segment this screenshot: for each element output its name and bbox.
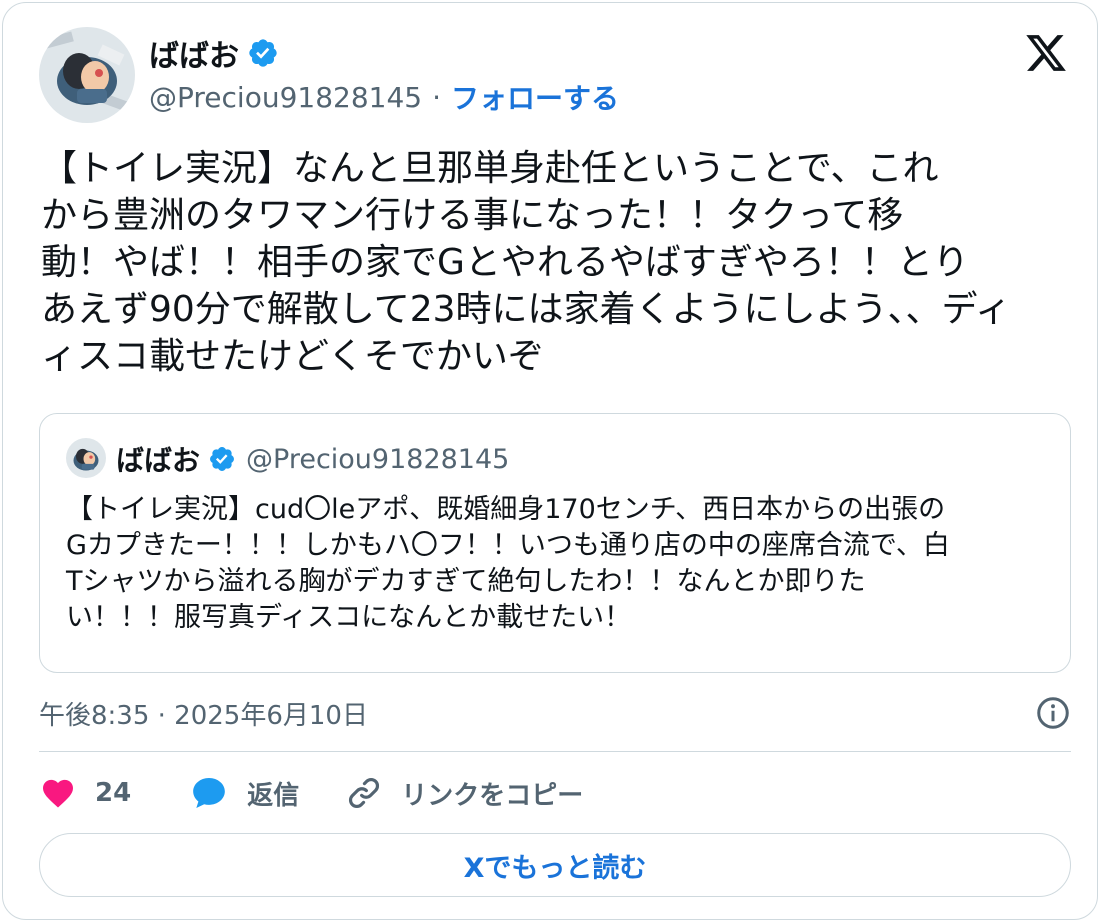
verified-badge-icon [249, 39, 277, 67]
divider [39, 751, 1071, 752]
like-count: 24 [95, 778, 132, 808]
quoted-author-name: ばばお [116, 444, 201, 477]
speech-bubble-icon [193, 777, 226, 809]
tweet-text: 【トイレ実況】なんと旦那単身赴任ということで、これ から豊洲のタワマン行ける事に… [41, 148, 1012, 377]
verified-badge-icon [210, 447, 234, 471]
author-display-name[interactable]: ばばお [149, 31, 239, 75]
link-icon [349, 778, 380, 808]
heart-icon [43, 779, 73, 808]
action-bar: 24 返信 リンクをコピー [39, 771, 583, 815]
read-more-button[interactable]: Xでもっと読む [39, 833, 1071, 897]
tweet-timestamp[interactable]: 午後8:35 · 2025年6月10日 [39, 695, 368, 732]
quoted-author-handle: @Preciou91828145 [246, 443, 510, 475]
like-button[interactable]: 24 [39, 775, 131, 811]
copy-link-button[interactable]: リンクをコピー [345, 774, 583, 812]
copy-link-label: リンクをコピー [401, 780, 584, 811]
author-handle[interactable]: @Preciou91828145 [149, 81, 422, 114]
embedded-tweet-card: ばばお @Preciou91828145 · フォローする 【トイレ実況】なんと… [2, 2, 1098, 920]
separator-dot: · [432, 80, 441, 114]
quoted-author-avatar [66, 438, 106, 478]
quoted-tweet-text: 【トイレ実況】cud〇leアポ、既婚細身170センチ、西日本からの出張の Gカプ… [66, 494, 950, 633]
author-avatar[interactable] [39, 27, 135, 123]
x-logo-icon[interactable] [1023, 31, 1069, 75]
info-icon[interactable] [1035, 695, 1071, 731]
follow-button[interactable]: フォローする [451, 77, 619, 117]
reply-label: 返信 [247, 780, 300, 811]
quoted-tweet[interactable]: ばばお @Preciou91828145 【トイレ実況】cud〇leアポ、既婚細… [39, 413, 1071, 673]
reply-button[interactable]: 返信 [189, 774, 299, 812]
